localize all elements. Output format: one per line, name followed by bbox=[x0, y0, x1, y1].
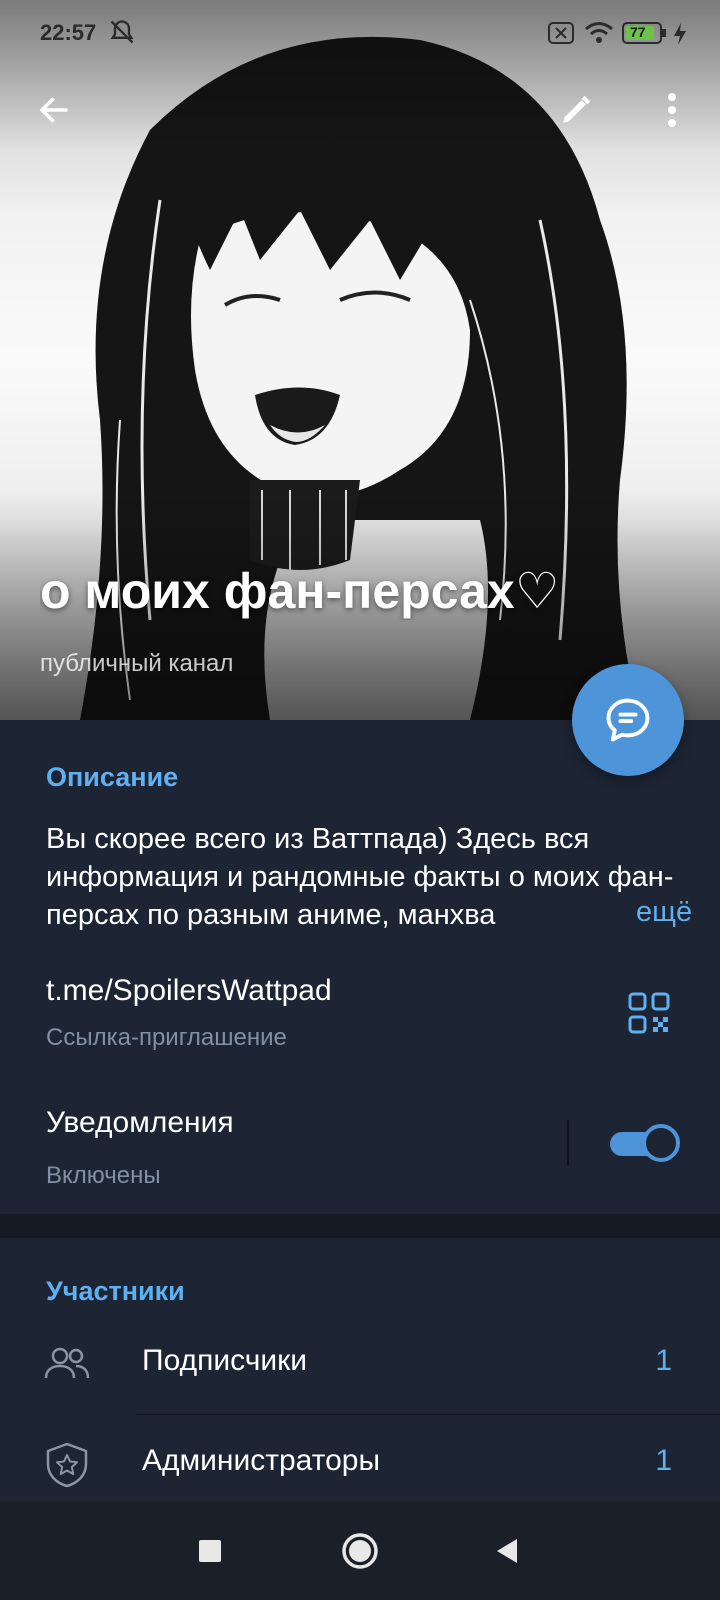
back-arrow-icon bbox=[40, 97, 68, 123]
people-icon bbox=[42, 1340, 92, 1390]
nav-back-button[interactable] bbox=[482, 1526, 532, 1576]
more-vert-icon bbox=[668, 93, 676, 127]
channel-description: Вы скорее всего из Ваттпада) Здесь вся и… bbox=[46, 823, 674, 931]
subscribers-label: Подписчики bbox=[142, 1344, 308, 1377]
back-button[interactable] bbox=[22, 78, 86, 142]
administrators-label: Администраторы bbox=[142, 1444, 381, 1477]
charging-icon bbox=[672, 22, 688, 51]
channel-info-section: Описание Вы скорее всего из Ваттпада) Зд… bbox=[0, 720, 720, 1214]
muted-bell-icon bbox=[108, 18, 136, 51]
toggle-knob bbox=[642, 1124, 680, 1162]
vertical-divider bbox=[567, 1120, 569, 1166]
qr-code-icon[interactable] bbox=[628, 992, 670, 1034]
notifications-state: Включены bbox=[46, 1162, 161, 1189]
circle-icon bbox=[342, 1533, 378, 1569]
triangle-back-icon bbox=[497, 1539, 517, 1563]
members-heading: Участники bbox=[46, 1276, 185, 1306]
subscribers-row[interactable]: Подписчики 1 bbox=[0, 1320, 720, 1410]
subscribers-count: 1 bbox=[655, 1344, 672, 1377]
channel-cover: 22:57 77 о моих фан-персах♡ публичный ка… bbox=[0, 0, 720, 720]
wifi-icon bbox=[584, 20, 614, 51]
administrators-row[interactable]: Администраторы 1 bbox=[0, 1420, 720, 1510]
chat-bubble-icon bbox=[606, 698, 650, 742]
more-options-button[interactable] bbox=[640, 78, 704, 142]
status-bar: 22:57 77 bbox=[0, 0, 720, 70]
no-sim-icon bbox=[548, 22, 574, 49]
section-gap bbox=[0, 1214, 720, 1238]
read-more-link[interactable]: ещё bbox=[608, 896, 693, 929]
description-heading: Описание bbox=[46, 762, 179, 792]
channel-title: о моих фан-персах♡ bbox=[40, 563, 560, 619]
notifications-label[interactable]: Уведомления bbox=[46, 1106, 234, 1140]
notifications-toggle[interactable] bbox=[610, 1124, 680, 1162]
battery-level: 77 bbox=[630, 24, 646, 40]
system-nav-bar bbox=[0, 1502, 720, 1600]
recents-button[interactable] bbox=[185, 1526, 235, 1576]
status-time: 22:57 bbox=[40, 20, 97, 45]
admin-shield-icon bbox=[42, 1440, 92, 1490]
discussion-button[interactable] bbox=[572, 664, 684, 776]
invite-link-caption: Ссылка-приглашение bbox=[46, 1024, 287, 1051]
members-section: Участники Подписчики 1 Администраторы 1 bbox=[0, 1238, 720, 1502]
pencil-icon bbox=[563, 95, 591, 123]
home-button[interactable] bbox=[335, 1526, 385, 1576]
administrators-count: 1 bbox=[655, 1444, 672, 1477]
row-divider bbox=[136, 1414, 720, 1415]
channel-subtitle: публичный канал bbox=[40, 650, 234, 677]
invite-link[interactable]: t.me/SpoilersWattpad bbox=[46, 974, 332, 1008]
square-icon bbox=[199, 1540, 221, 1562]
edit-button[interactable] bbox=[544, 78, 608, 142]
